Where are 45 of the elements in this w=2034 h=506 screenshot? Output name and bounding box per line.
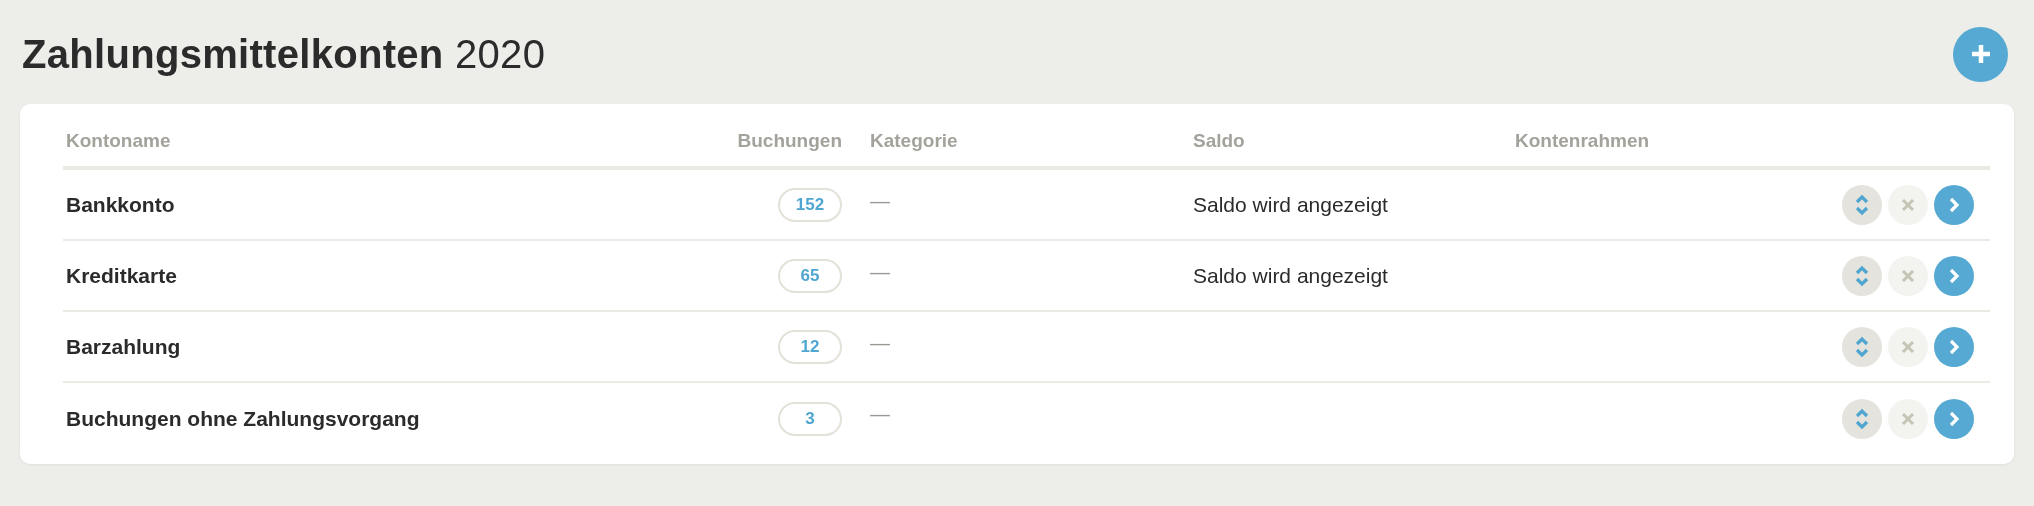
up-down-chevron-icon: [1854, 192, 1870, 217]
column-header: Kontoname: [66, 130, 171, 151]
category-value: —: [870, 190, 890, 213]
chevron-right-icon: [1948, 338, 1960, 355]
chevron-right-icon: [1948, 267, 1960, 284]
delete-button[interactable]: [1888, 184, 1928, 225]
page-title: Zahlungsmittelkonten 2020: [22, 31, 546, 77]
up-down-chevron-icon: [1854, 334, 1870, 359]
column-header: Kontenrahmen: [1515, 130, 1650, 151]
close-icon: [1901, 339, 1915, 354]
open-button[interactable]: [1934, 398, 1974, 439]
open-button[interactable]: [1934, 184, 1974, 225]
category-value: —: [870, 261, 890, 284]
open-button[interactable]: [1934, 326, 1974, 367]
bookings-count[interactable]: 65: [778, 258, 842, 293]
sort-button[interactable]: [1842, 398, 1882, 439]
delete-button[interactable]: [1888, 255, 1928, 296]
column-header: Saldo: [1193, 130, 1245, 151]
chevron-right-icon: [1948, 196, 1960, 213]
up-down-chevron-icon: [1854, 406, 1870, 431]
account-name: Kreditkarte: [66, 263, 177, 288]
close-icon: [1901, 268, 1915, 283]
sort-button[interactable]: [1842, 255, 1882, 296]
column-header: Buchungen: [737, 130, 842, 151]
account-name: Bankkonto: [66, 192, 175, 217]
add-button[interactable]: [1953, 26, 2008, 82]
close-icon: [1901, 197, 1915, 212]
balance-value: Saldo wird angezeigt: [1193, 263, 1388, 288]
category-value: —: [870, 332, 890, 355]
bookings-count[interactable]: 12: [778, 329, 842, 364]
bookings-count[interactable]: 152: [778, 187, 842, 222]
account-name: Buchungen ohne Zahlungsvorgang: [66, 406, 420, 431]
category-value: —: [870, 403, 890, 426]
column-header: Kategorie: [870, 130, 958, 151]
account-name: Barzahlung: [66, 334, 181, 359]
sort-button[interactable]: [1842, 184, 1882, 225]
close-icon: [1901, 411, 1915, 426]
sort-button[interactable]: [1842, 326, 1882, 367]
open-button[interactable]: [1934, 255, 1974, 296]
bookings-count[interactable]: 3: [778, 401, 842, 436]
balance-value: Saldo wird angezeigt: [1193, 192, 1388, 217]
up-down-chevron-icon: [1854, 263, 1870, 288]
delete-button[interactable]: [1888, 398, 1928, 439]
chevron-right-icon: [1948, 410, 1960, 427]
delete-button[interactable]: [1888, 326, 1928, 367]
